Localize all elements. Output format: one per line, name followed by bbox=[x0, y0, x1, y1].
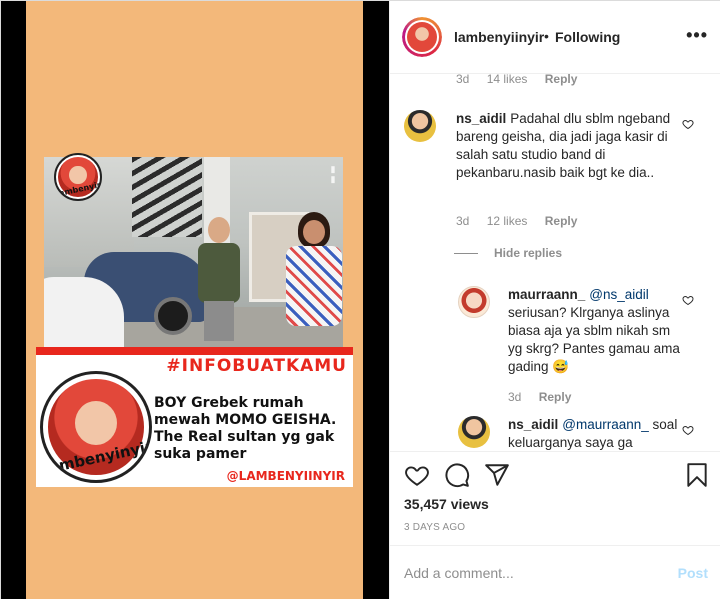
brand-logo-large: lambenyinyir bbox=[40, 371, 152, 483]
man-figure bbox=[194, 217, 244, 347]
reply-button[interactable]: Reply bbox=[539, 390, 572, 404]
reply-text: seriusan? Klrganya aslinya biasa aja ya … bbox=[508, 305, 680, 374]
reply-age: 3d bbox=[508, 390, 522, 404]
headline-text: BOY Grebek rumah mewah MOMO GEISHA. The … bbox=[154, 395, 337, 462]
separator-dot: • bbox=[544, 28, 549, 44]
heart-icon[interactable] bbox=[404, 462, 430, 488]
comment-age: 3d bbox=[456, 74, 470, 86]
like-heart-icon[interactable] bbox=[682, 294, 694, 306]
media-canvas: ▮▮ lambenyinyir #INFOBUATKAMU BOY Grebek… bbox=[26, 1, 363, 599]
comment-body: ns_aidil Padahal dlu sblm ngeband bareng … bbox=[456, 110, 678, 182]
reply-username[interactable]: ns_aidil bbox=[508, 417, 558, 432]
white-car bbox=[44, 277, 124, 347]
reply-meta: 3d Reply bbox=[508, 390, 585, 404]
more-horizontal-icon[interactable]: ••• bbox=[686, 25, 708, 46]
replier-avatar[interactable] bbox=[458, 286, 490, 318]
comment-meta: 3d 14 likes Reply bbox=[456, 74, 591, 86]
reply-button[interactable]: Reply bbox=[545, 74, 578, 86]
view-count[interactable]: 35,457 views bbox=[404, 496, 489, 512]
reply-body: ns_aidil @maurraann_ soal keluarganya say… bbox=[508, 416, 680, 451]
comment-meta: 3d 12 likes Reply bbox=[456, 214, 591, 228]
comment-age: 3d bbox=[456, 214, 470, 228]
post-actions: 35,457 views 3 DAYS AGO bbox=[390, 451, 720, 545]
post-sidebar: lambenyiinyir • Following ••• 3d 14 like… bbox=[389, 1, 720, 599]
post-date[interactable]: 3 DAYS AGO bbox=[404, 522, 465, 533]
following-button[interactable]: Following bbox=[555, 29, 620, 45]
reply-mention[interactable]: @maurraann_ bbox=[562, 417, 649, 432]
handle-tag: @LAMBENYIINYIR bbox=[226, 469, 345, 483]
comment-icon[interactable] bbox=[444, 462, 470, 488]
replier-avatar[interactable] bbox=[458, 416, 490, 448]
reply-mention[interactable]: @ns_aidil bbox=[589, 287, 648, 302]
commenter-avatar[interactable] bbox=[404, 110, 436, 142]
post-header: lambenyiinyir • Following ••• bbox=[390, 1, 720, 74]
like-heart-icon[interactable] bbox=[682, 424, 694, 436]
reply-body: maurraann_ @ns_aidil seriusan? Klrganya a… bbox=[508, 286, 680, 376]
hide-replies-button[interactable]: Hide replies bbox=[494, 246, 562, 260]
staircase bbox=[132, 157, 202, 237]
comment-username[interactable]: ns_aidil bbox=[456, 111, 506, 126]
reply-button[interactable]: Reply bbox=[545, 214, 578, 228]
share-icon[interactable] bbox=[484, 462, 510, 488]
comment-likes[interactable]: 12 likes bbox=[487, 214, 528, 228]
author-username[interactable]: lambenyiinyir bbox=[454, 29, 544, 45]
bookmark-icon[interactable] bbox=[684, 462, 710, 488]
red-divider bbox=[36, 347, 353, 355]
woman-figure bbox=[284, 212, 343, 347]
comment-input[interactable] bbox=[404, 563, 654, 583]
reply-username[interactable]: maurraann_ bbox=[508, 287, 585, 302]
video-watermark: ▮▮ bbox=[329, 165, 339, 185]
like-heart-icon[interactable] bbox=[682, 118, 694, 130]
comments-list[interactable]: 3d 14 likes Reply ns_aidil Padahal dlu sb… bbox=[390, 74, 720, 451]
author-avatar[interactable] bbox=[402, 17, 442, 57]
replies-divider bbox=[454, 253, 478, 254]
brand-logo-small: lambenyinyir bbox=[54, 153, 102, 201]
comment-composer: Post bbox=[390, 545, 720, 599]
post-media[interactable]: ▮▮ lambenyinyir #INFOBUATKAMU BOY Grebek… bbox=[1, 1, 389, 599]
post-dialog: ▮▮ lambenyinyir #INFOBUATKAMU BOY Grebek… bbox=[0, 0, 720, 599]
comment-likes[interactable]: 14 likes bbox=[487, 74, 528, 86]
post-button[interactable]: Post bbox=[678, 565, 708, 581]
